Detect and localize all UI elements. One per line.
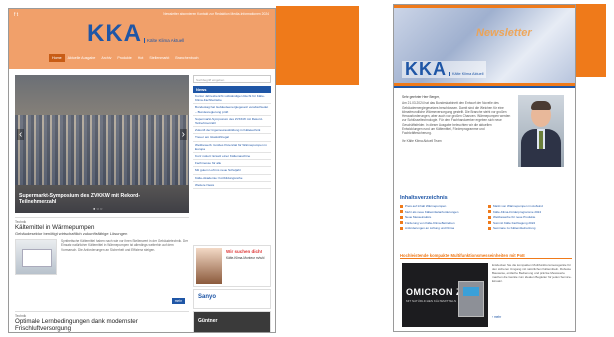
logo-letters: KKA: [87, 20, 142, 47]
news-item[interactable]: Wettbewerb: Großes Potenzial für Wärmepu…: [193, 142, 271, 154]
toc-item[interactable]: Summit Kälte Fachtagung 2024: [488, 221, 572, 225]
news-item[interactable]: Treuer am Glaskühlregal: [193, 134, 271, 142]
editor-photo: [518, 95, 564, 167]
article-subtitle: Gebäudesektor benötigt wirtschaftlich zu…: [15, 231, 128, 236]
newsletter-logo[interactable]: KKA Kälte Klima Aktuell: [402, 59, 487, 79]
toc-item[interactable]: Preis auf Inhalt Wärmepumpen: [400, 204, 484, 208]
audience-image: [15, 115, 189, 185]
ad-text: Kälte-Klima-Monteur m/w/d: [226, 256, 265, 260]
toc-item[interactable]: Neue Messeinsätze: [400, 215, 484, 219]
nav-item-products[interactable]: Produkte: [114, 54, 134, 62]
promo-banner[interactable]: OMICRON ZERO MIT NATÜRLICHEN KÄLTEMITTEL…: [402, 263, 488, 327]
article-card: Technik Kältemittel in Wärmepumpen Gebäu…: [15, 217, 189, 310]
newsletter-screenshot: Newsletter KKA Kälte Klima Aktuell Sehr …: [393, 4, 576, 332]
article-title[interactable]: Kältemittel in Wärmepumpen: [15, 224, 189, 231]
header-accent-bar: [394, 5, 575, 8]
meta-links[interactable]: Newsletter abonnieren Kontakt zur Redakt…: [163, 12, 269, 16]
news-list: Kurzer Jahresbericht vollständigen Recht…: [193, 93, 271, 190]
toc-item[interactable]: Mehr als neue Kältemittelanforderungen: [400, 210, 484, 214]
nav-item-hot[interactable]: Hot: [135, 54, 147, 62]
search-input[interactable]: Suchbegriff eingeben: [193, 75, 271, 83]
site-logo[interactable]: KKA Kälte Klima Aktuell: [87, 20, 184, 47]
ad-brand: Güntner: [198, 318, 218, 324]
article-thumbnail[interactable]: [15, 239, 57, 275]
article-card: Technik Optimale Lernbedingungen dank mo…: [15, 311, 189, 332]
nav-item-jobs[interactable]: Stellenmarkt: [146, 54, 172, 62]
nav-item-current-issue[interactable]: Aktuelle Ausgabe: [65, 54, 99, 62]
device-image: [458, 281, 484, 317]
brand-ad[interactable]: Sanyo: [193, 289, 271, 309]
toc-item[interactable]: Kälte-Klima-Förderprogramme 2024: [488, 210, 572, 214]
nav-item-home[interactable]: Home: [49, 54, 65, 62]
more-button[interactable]: mehr: [171, 298, 185, 304]
news-item[interactable]: Kurzer Jahresbericht vollständigen Recht…: [193, 93, 271, 105]
promo-tagline: MIT NATÜRLICHEN KÄLTEMITTELN: [406, 299, 457, 303]
article-body: Synthetische Kältemittel haben nach wie …: [61, 239, 189, 252]
table-of-contents: Preis auf Inhalt Wärmepumpen Markt von W…: [400, 204, 572, 230]
news-item[interactable]: Kurz notiert: Ersatz einer Kältemaschine: [193, 153, 271, 161]
toc-item[interactable]: Seminare zu Kältemittelnutzung: [488, 226, 572, 230]
logo-subtitle: Kälte Klima Aktuell: [144, 38, 184, 43]
job-ad[interactable]: Wir suchen dich! Kälte-Klima-Monteur m/w…: [193, 245, 271, 287]
more-news-link[interactable]: Weitere News: [193, 182, 271, 190]
site-header: f t Newsletter abonnieren Kontakt zur Re…: [9, 9, 275, 69]
main-nav: Home Aktuelle Ausgabe Archiv Produkte Ho…: [49, 54, 202, 62]
article-title[interactable]: Optimale Lernbedingungen dank modernster…: [15, 318, 189, 332]
logo-letters: KKA: [405, 59, 447, 79]
promo-more-link[interactable]: › mehr: [492, 315, 501, 319]
social-icons[interactable]: f t: [14, 12, 18, 18]
news-heading: News: [193, 86, 271, 93]
slider-caption[interactable]: Supermarkt-Symposium des ZVKKW mit Rekor…: [19, 193, 169, 205]
toc-item[interactable]: Markt von Wärmepumpen im Aufwind: [488, 204, 572, 208]
editorial-text: Sehr geehrter Herr Berger, Am 21.03.2024…: [402, 95, 512, 143]
toc-heading: Inhaltsverzeichnis: [400, 195, 448, 201]
logo-subtitle: Kälte Klima Aktuell: [449, 72, 483, 76]
website-screenshot: f t Newsletter abonnieren Kontakt zur Re…: [8, 8, 276, 333]
toc-item[interactable]: Förderung von Kälte-Klima-Betrieben: [400, 221, 484, 225]
news-item[interactable]: Fachmesse für alle: [193, 160, 271, 168]
accent-block-left: [276, 6, 359, 85]
slider-dots[interactable]: ● ○ ○: [93, 206, 102, 211]
ad-brand: Sanyo: [198, 294, 217, 300]
newsletter-title: Newsletter: [476, 27, 532, 39]
hero-slider[interactable]: ‹ › Supermarkt-Symposium des ZVKKW mit R…: [15, 75, 189, 213]
salutation: Sehr geehrter Herr Berger,: [402, 95, 440, 99]
brand-ad[interactable]: Güntner: [193, 311, 271, 332]
ad-headline: Wir suchen dich!: [226, 249, 263, 254]
accent-block-right: [576, 4, 606, 77]
news-item[interactable]: Kälte-Akademie: Fortbildungsreihe: [193, 175, 271, 182]
news-item[interactable]: Mit gutem Luft ins neue Schuljahr: [193, 167, 271, 175]
blue-divider: [394, 86, 575, 88]
news-item[interactable]: Supermarkt-Symposium des ZVKKW mit Rekor…: [193, 116, 271, 128]
promo-section-title[interactable]: Hochleistende kompakte Multifunktionsmes…: [400, 253, 572, 259]
ad-person-image: [196, 248, 222, 284]
promo-text: Entdecken Sie die kompakten Multifunktio…: [492, 263, 572, 284]
sidebar: Suchbegriff eingeben News Kurzer Jahresb…: [193, 75, 271, 190]
chevron-left-icon[interactable]: ‹: [17, 129, 25, 140]
nav-item-directory[interactable]: Branchenbuch: [172, 54, 201, 62]
signoff: Ihr Kälte Klima Aktuell Team: [402, 138, 442, 143]
news-item[interactable]: Bundestag hat Gebäudeenergiegesetz verab…: [193, 104, 271, 116]
toc-item[interactable]: Wettbewerbe für neue Produkte: [488, 215, 572, 219]
chevron-right-icon[interactable]: ›: [179, 129, 187, 140]
nav-item-archive[interactable]: Archiv: [98, 54, 114, 62]
news-item[interactable]: Zukunft der Ingenieurausbildung in Kälte…: [193, 127, 271, 135]
newsletter-header: Newsletter KKA Kälte Klima Aktuell: [394, 5, 575, 83]
editorial-body: Am 21.03.2024 hat das Bundeskabinett den…: [402, 101, 511, 136]
toc-item[interactable]: Anforderungen an Lüftung und Klima: [400, 226, 484, 230]
